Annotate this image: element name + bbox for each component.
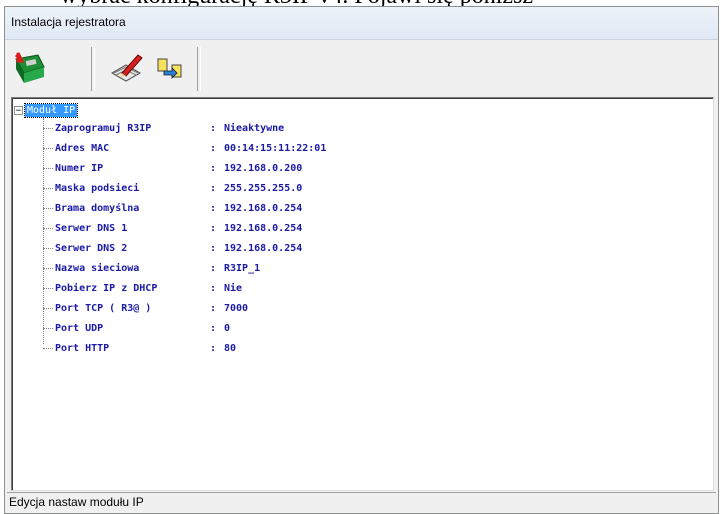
tree-item-value: R3IP_1	[224, 262, 261, 274]
collapse-icon[interactable]: −	[14, 105, 23, 115]
tree-item-key: Serwer DNS 1	[55, 222, 128, 234]
tree-item-key: Maska podsieci	[55, 182, 140, 194]
edit-pencil-icon	[110, 54, 143, 82]
tree-item-value: 192.168.0.254	[224, 242, 303, 254]
tree-item-key: Zaprogramuj R3IP	[55, 122, 152, 134]
tree-item[interactable]: Pobierz IP z DHCP: Nie	[43, 278, 242, 298]
tree-item-value: 192.168.0.254	[224, 222, 303, 234]
tree-item-key: Port TCP ( R3@ )	[55, 302, 152, 314]
tree-item-value: 00:14:15:11:22:01	[224, 142, 327, 154]
tree-root[interactable]: − Moduł IP	[14, 102, 79, 118]
tree-item-value: Nieaktywne	[224, 122, 285, 134]
toolbar-separator	[91, 47, 95, 91]
tree-item-key: Serwer DNS 2	[55, 242, 128, 254]
tree-item-value: 0	[224, 322, 231, 334]
tree-item[interactable]: Zaprogramuj R3IP: Nieaktywne	[43, 118, 284, 138]
tree-item-key: Port UDP	[55, 322, 104, 334]
tree-item[interactable]: Port UDP:0	[43, 318, 230, 338]
window-title: Instalacja rejestratora	[11, 15, 126, 29]
tree-item-value: 192.168.0.200	[224, 162, 303, 174]
edit-button[interactable]	[103, 45, 149, 93]
tree-item-key: Nazwa sieciowa	[55, 262, 140, 274]
tree-item-key: Pobierz IP z DHCP	[55, 282, 158, 294]
tree-item[interactable]: Numer IP:192.168.0.200	[43, 158, 302, 178]
tree-item-key: Adres MAC	[55, 142, 110, 154]
tree-item[interactable]: Brama domyślna:192.168.0.254	[43, 198, 302, 218]
tree-item[interactable]: Port HTTP:80	[43, 338, 236, 358]
tree-item[interactable]: Port TCP ( R3@ ):7000	[43, 298, 248, 318]
tree-item-key: Port HTTP	[55, 342, 110, 354]
transfer-files-icon	[157, 58, 182, 79]
tree-item-value: 255.255.255.0	[224, 182, 303, 194]
save-disk-icon	[14, 52, 45, 83]
tree-item[interactable]: Serwer DNS 1:192.168.0.254	[43, 218, 302, 238]
save-button[interactable]	[7, 45, 53, 93]
status-bar: Edycja nastaw modułu IP	[7, 492, 716, 511]
tree-item-value: 192.168.0.254	[224, 202, 303, 214]
title-bar: Instalacja rejestratora	[5, 7, 718, 40]
tree-item-value: 80	[224, 342, 237, 354]
tree-root-label[interactable]: Moduł IP	[23, 102, 79, 118]
status-text: Edycja nastaw modułu IP	[9, 495, 144, 509]
tree-item[interactable]: Nazwa sieciowa: R3IP_1	[43, 258, 260, 278]
tree-item[interactable]: Serwer DNS 2:192.168.0.254	[43, 238, 302, 258]
tree-item[interactable]: Adres MAC:00:14:15:11:22:01	[43, 138, 326, 158]
toolbar-separator	[197, 47, 201, 91]
toolbar	[7, 45, 716, 95]
transfer-button[interactable]	[147, 45, 193, 93]
tree-item-key: Brama domyślna	[55, 202, 140, 214]
tree-item-value: 7000	[224, 302, 249, 314]
config-tree[interactable]: − Moduł IP Zaprogramuj R3IP: Nieaktywne A…	[11, 97, 714, 491]
tree-item-key: Numer IP	[55, 162, 104, 174]
tree-item[interactable]: Maska podsieci:255.255.255.0	[43, 178, 302, 198]
tree-item-value: Nie	[224, 282, 243, 294]
installer-window: Instalacja rejestratora − Moduł IP Zapro…	[4, 6, 719, 514]
